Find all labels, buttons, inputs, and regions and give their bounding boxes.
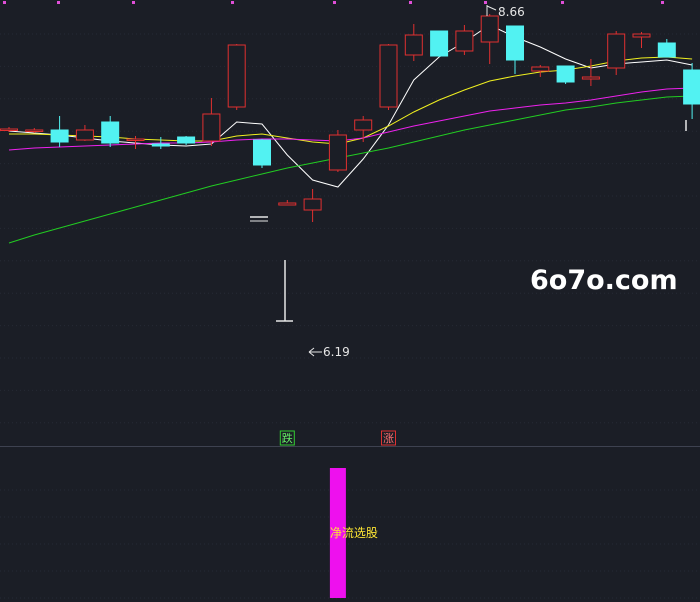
candle-body-up: [607, 33, 626, 69]
candle-body-up: [379, 44, 398, 108]
candle-body-up: [227, 44, 246, 108]
signal-down-label: 跌: [282, 431, 293, 445]
top-marker: [561, 1, 564, 4]
candle-body-up: [202, 113, 221, 142]
candle-body-down: [253, 139, 271, 166]
candle-body-up: [632, 33, 651, 38]
top-marker: [409, 1, 412, 4]
candle-body-up: [354, 119, 373, 131]
stock-chart: 8.66 6.19 6o7o.com 跌 涨 净流选股: [0, 0, 700, 602]
watermark-text: 6o7o.com: [530, 265, 678, 296]
candle-body-down: [683, 69, 700, 105]
top-marker: [132, 1, 135, 4]
candle-body-up: [581, 76, 600, 80]
candle-body-up: [328, 134, 347, 171]
candle-body-down: [101, 121, 120, 144]
candle-body-down: [151, 143, 170, 147]
top-marker: [661, 1, 664, 4]
high-price-label: 8.66: [498, 5, 525, 19]
candle-body-up: [480, 15, 499, 43]
candle-body-down: [506, 25, 524, 61]
chart-background: [0, 0, 700, 602]
candle-body-up: [278, 202, 297, 206]
candle-body-up: [531, 66, 550, 72]
candle-body-down: [177, 136, 196, 144]
top-marker: [3, 1, 6, 4]
candle-body-up: [25, 129, 44, 132]
candle-body-up: [126, 138, 145, 141]
top-marker: [484, 1, 487, 4]
low-price-label: 6.19: [323, 345, 350, 359]
candle-body-up: [404, 34, 423, 56]
top-marker: [231, 1, 234, 4]
candle-body-up: [455, 30, 474, 52]
candle-body-down: [50, 129, 69, 143]
top-marker: [57, 1, 60, 4]
top-marker: [333, 1, 336, 4]
indicator-label: 净流选股: [330, 526, 378, 540]
candle-body-down: [657, 42, 676, 58]
candle-body-up: [303, 198, 322, 211]
candle-body-up: [75, 129, 94, 141]
candle-body-down: [430, 30, 449, 57]
candle-body-up: [0, 128, 18, 131]
candle-body-down: [556, 65, 575, 83]
signal-up-label: 涨: [383, 432, 394, 445]
